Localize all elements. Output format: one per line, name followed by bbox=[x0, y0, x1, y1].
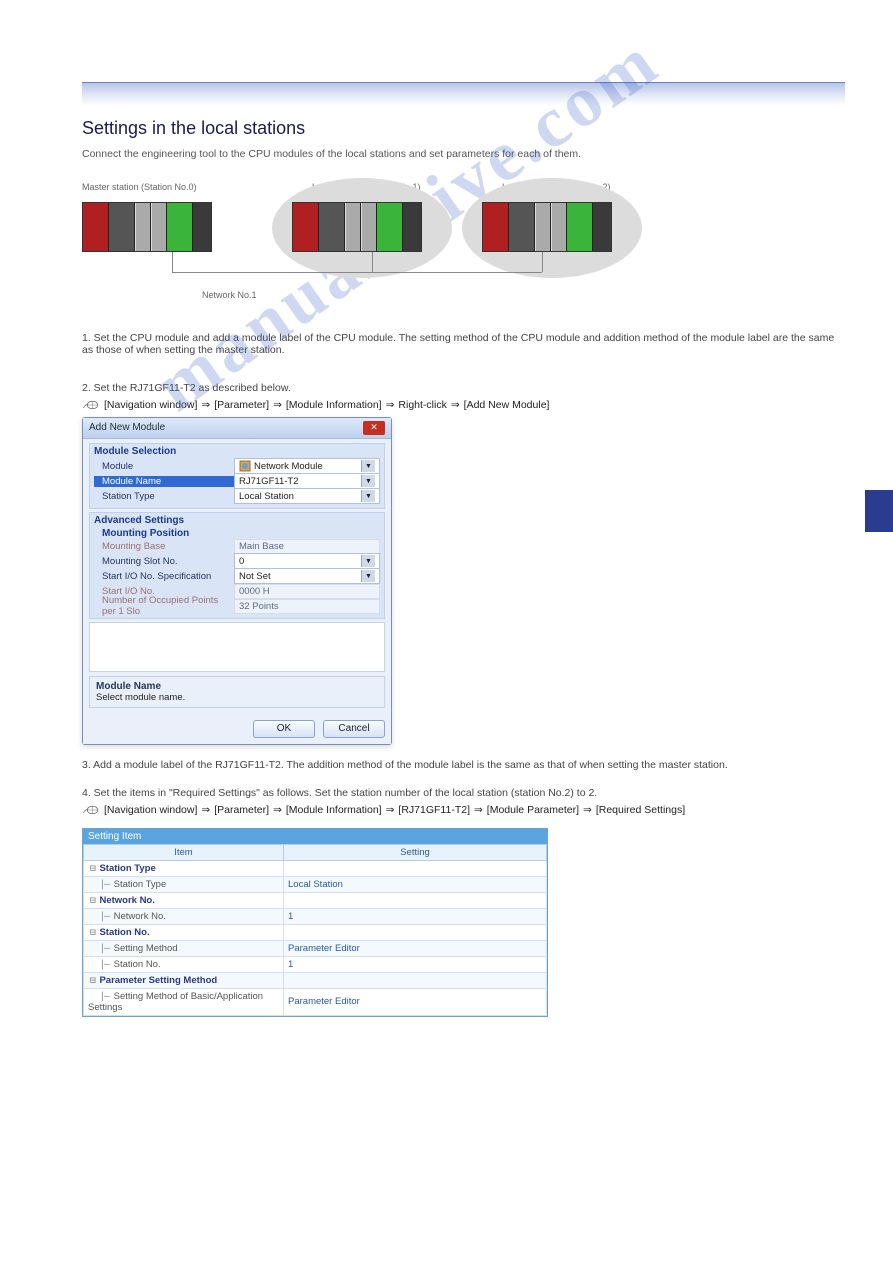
setting-item-cell: |— Setting Method of Basic/Application S… bbox=[84, 988, 284, 1015]
chevron-down-icon[interactable]: ▼ bbox=[361, 555, 375, 567]
setting-item-cell: |— Station No. bbox=[84, 956, 284, 972]
nav-item: [Module Information] bbox=[286, 399, 382, 411]
description-panel: Module Name Select module name. bbox=[89, 676, 385, 708]
nav-item: [Navigation window] bbox=[104, 804, 197, 816]
cancel-button[interactable]: Cancel bbox=[323, 720, 385, 738]
setting-item-cell: ⊟ Station Type bbox=[84, 860, 284, 876]
desc-heading: Module Name bbox=[96, 681, 161, 692]
setting-value-cell bbox=[284, 860, 547, 876]
chevron-down-icon[interactable]: ▼ bbox=[361, 475, 375, 487]
setting-value-cell[interactable]: Parameter Editor bbox=[284, 988, 547, 1015]
nav-item: [Module Parameter] bbox=[487, 804, 579, 816]
label-occupied-points: Number of Occupied Points per 1 Slo bbox=[94, 595, 234, 617]
nav-item: [Module Information] bbox=[286, 804, 382, 816]
field-mounting-base: Main Base bbox=[234, 539, 380, 554]
sub-mounting-position: Mounting Position bbox=[94, 528, 380, 539]
nav-item: [Parameter] bbox=[214, 399, 269, 411]
label-module: Module bbox=[94, 461, 234, 472]
arrow-icon: ⇒ bbox=[201, 804, 210, 816]
close-icon[interactable]: ✕ bbox=[363, 421, 385, 435]
nav-item: [Required Settings] bbox=[596, 804, 685, 816]
section-title: Settings in the local stations bbox=[82, 118, 845, 139]
nav-item: [Parameter] bbox=[214, 804, 269, 816]
label-mounting-base: Mounting Base bbox=[94, 541, 234, 552]
nav-item: [RJ71GF11-T2] bbox=[398, 804, 470, 816]
label-mounting-slot: Mounting Slot No. bbox=[94, 556, 234, 567]
setting-item-cell: ⊟ Parameter Setting Method bbox=[84, 972, 284, 988]
mouse-icon bbox=[82, 399, 100, 411]
arrow-icon: ⇒ bbox=[273, 804, 282, 816]
nav-item: [Navigation window] bbox=[104, 399, 197, 411]
field-occupied-points: 32 Points bbox=[234, 599, 380, 614]
mouse-icon bbox=[82, 804, 100, 816]
setting-item-cell: |— Network No. bbox=[84, 908, 284, 924]
group-advanced-settings: Advanced Settings bbox=[94, 515, 380, 526]
setting-value-cell bbox=[284, 972, 547, 988]
nav-path-2: [Navigation window] ⇒ [Parameter] ⇒ [Mod… bbox=[82, 804, 685, 816]
field-start-io: 0000 H bbox=[234, 584, 380, 599]
step-1: 1. Set the CPU module and add a module l… bbox=[82, 332, 845, 356]
nav-item: Right-click bbox=[398, 399, 446, 411]
network-module-icon bbox=[239, 460, 251, 472]
col-item: Item bbox=[84, 844, 284, 860]
arrow-icon: ⇒ bbox=[386, 399, 395, 411]
section-header-bar bbox=[82, 82, 845, 106]
ok-button[interactable]: OK bbox=[253, 720, 315, 738]
arrow-icon: ⇒ bbox=[451, 399, 460, 411]
setting-item-cell: ⊟ Station No. bbox=[84, 924, 284, 940]
network-diagram: Master station (Station No.0) Network No… bbox=[82, 172, 845, 302]
nav-item: [Add New Module] bbox=[464, 399, 550, 411]
setting-item-cell: ⊟ Network No. bbox=[84, 892, 284, 908]
arrow-icon: ⇒ bbox=[201, 399, 210, 411]
setting-item-cell: |— Setting Method bbox=[84, 940, 284, 956]
setting-value-cell bbox=[284, 892, 547, 908]
dialog-title: Add New Module bbox=[89, 422, 165, 433]
value-module-name: RJ71GF11-T2 bbox=[239, 476, 298, 487]
group-module-selection: Module Selection bbox=[94, 446, 380, 457]
step-4: 4. Set the items in "Required Settings" … bbox=[82, 787, 845, 799]
empty-list-area bbox=[89, 622, 385, 672]
nav-path-1: [Navigation window] ⇒ [Parameter] ⇒ [Mod… bbox=[82, 399, 549, 411]
arrow-icon: ⇒ bbox=[583, 804, 592, 816]
desc-text: Select module name. bbox=[96, 692, 185, 703]
setting-item-panel: Setting Item Item Setting ⊟ Station Type… bbox=[82, 828, 548, 1017]
field-module-name[interactable]: RJ71GF11-T2 ▼ bbox=[234, 473, 380, 489]
label-module-name: Module Name bbox=[94, 476, 234, 487]
intro-text: Connect the engineering tool to the CPU … bbox=[82, 147, 845, 162]
field-mounting-slot[interactable]: 0▼ bbox=[234, 553, 380, 569]
setting-value-cell[interactable]: 1 bbox=[284, 956, 547, 972]
chevron-down-icon[interactable]: ▼ bbox=[361, 490, 375, 502]
col-setting: Setting bbox=[284, 844, 547, 860]
label-start-io-spec: Start I/O No. Specification bbox=[94, 571, 234, 582]
setting-value-cell bbox=[284, 924, 547, 940]
label-station-type: Station Type bbox=[94, 491, 234, 502]
step-2: 2. Set the RJ71GF11-T2 as described belo… bbox=[82, 382, 845, 394]
settings-header: Setting Item bbox=[83, 829, 547, 844]
setting-value-cell[interactable]: 1 bbox=[284, 908, 547, 924]
value-station-type: Local Station bbox=[239, 491, 294, 502]
value-module: Network Module bbox=[254, 461, 323, 472]
field-module[interactable]: Network Module ▼ bbox=[234, 458, 380, 474]
field-station-type[interactable]: Local Station ▼ bbox=[234, 488, 380, 504]
setting-value-cell[interactable]: Parameter Editor bbox=[284, 940, 547, 956]
arrow-icon: ⇒ bbox=[386, 804, 395, 816]
label-network: Network No.1 bbox=[202, 290, 257, 300]
arrow-icon: ⇒ bbox=[273, 399, 282, 411]
chevron-down-icon[interactable]: ▼ bbox=[361, 570, 375, 582]
add-new-module-dialog: Add New Module ✕ Module Selection Module… bbox=[82, 417, 392, 745]
arrow-icon: ⇒ bbox=[474, 804, 483, 816]
step-3: 3. Add a module label of the RJ71GF11-T2… bbox=[82, 759, 845, 771]
setting-item-cell: |— Station Type bbox=[84, 876, 284, 892]
label-master: Master station (Station No.0) bbox=[82, 182, 197, 192]
setting-value-cell[interactable]: Local Station bbox=[284, 876, 547, 892]
chevron-down-icon[interactable]: ▼ bbox=[361, 460, 375, 472]
field-start-io-spec[interactable]: Not Set▼ bbox=[234, 568, 380, 584]
